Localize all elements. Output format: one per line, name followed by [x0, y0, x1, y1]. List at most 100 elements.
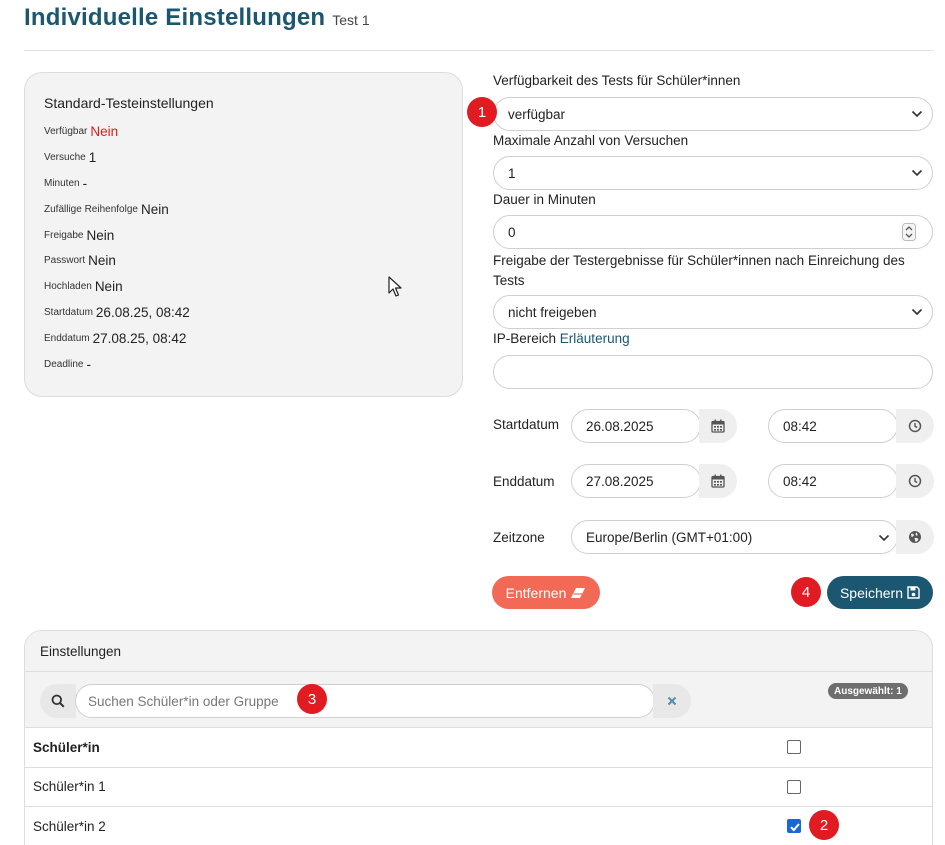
search-icon — [51, 694, 65, 708]
settings-title: Einstellungen — [40, 643, 122, 659]
std-row-release: Freigabe Nein — [44, 222, 443, 248]
save-icon — [907, 586, 920, 599]
availability-value: verfügbar — [508, 106, 566, 122]
std-row-available: Verfügbar Nein — [44, 119, 443, 145]
std-value: - — [82, 175, 88, 191]
table-row: Schüler*in 2 — [25, 807, 932, 845]
std-row-end-date: Enddatum 27.08.25, 08:42 — [44, 325, 443, 351]
number-spinner-icon[interactable] — [902, 223, 916, 241]
chevron-down-icon — [911, 110, 923, 118]
checkmark-icon — [790, 823, 800, 832]
release-label-line1: Freigabe der Testergebnisse für Schüler*… — [493, 253, 905, 268]
std-label: Enddatum — [44, 332, 90, 344]
ip-range-input[interactable] — [493, 355, 933, 389]
calendar-icon — [711, 474, 725, 488]
student-name: Schüler*in 2 — [33, 818, 106, 834]
std-value: Nein — [94, 279, 123, 295]
std-value: Nein — [86, 227, 115, 243]
ip-range-help-link[interactable]: Erläuterung — [560, 331, 630, 346]
std-value: Nein — [88, 253, 116, 269]
availability-select[interactable]: verfügbar — [493, 97, 933, 131]
attempts-select[interactable]: 1 — [493, 156, 933, 190]
close-icon — [667, 696, 677, 706]
start-date-calendar-button[interactable] — [699, 409, 737, 443]
student-checkbox[interactable] — [787, 779, 801, 794]
std-value: 26.08.25, 08:42 — [95, 304, 190, 320]
remove-button-label: Entfernen — [505, 584, 567, 601]
attempts-value: 1 — [508, 165, 516, 181]
timezone-label: Zeitzone — [493, 530, 545, 545]
availability-label: Verfügbarkeit des Tests für Schüler*inne… — [493, 73, 741, 88]
end-time-value: 08:42 — [783, 473, 817, 489]
search-addon — [40, 684, 76, 718]
start-time-clock-button[interactable] — [896, 409, 934, 443]
page-header: Individuelle Einstellungen Test 1 — [24, 4, 370, 34]
table-header-row: Schüler*in — [25, 728, 932, 768]
page-title: Individuelle Einstellungen — [24, 4, 326, 31]
annotation-marker-4: 4 — [791, 577, 821, 607]
std-value: Nein — [140, 201, 169, 217]
page-subtitle: Test 1 — [332, 12, 370, 28]
chevron-down-icon — [878, 534, 890, 542]
timezone-value: Europe/Berlin (GMT+01:00) — [586, 529, 753, 545]
search-area: Suchen Schüler*in oder Gruppe Ausgewählt… — [25, 672, 932, 728]
end-date-calendar-button[interactable] — [699, 464, 737, 498]
std-label: Passwort — [44, 255, 86, 267]
select-all-checkbox[interactable] — [787, 740, 801, 755]
table-row: Schüler*in 1 — [25, 768, 932, 807]
std-row-minutes: Minuten - — [44, 171, 443, 197]
globe-icon — [909, 531, 921, 543]
attempts-label: Maximale Anzahl von Versuchen — [493, 133, 689, 148]
release-label-line2: Tests — [493, 273, 525, 288]
header-divider — [24, 50, 934, 51]
std-value: 1 — [88, 150, 97, 166]
std-label: Deadline — [44, 358, 84, 370]
mouse-cursor-icon — [388, 276, 402, 297]
search-input[interactable]: Suchen Schüler*in oder Gruppe — [75, 684, 655, 718]
annotation-marker-1: 1 — [467, 97, 497, 127]
std-label: Versuche — [44, 152, 86, 164]
duration-label: Dauer in Minuten — [493, 192, 596, 207]
std-row-upload: Hochladen Nein — [44, 274, 443, 300]
start-date-value: 26.08.2025 — [586, 418, 654, 434]
release-value: nicht freigeben — [508, 304, 597, 320]
end-time-input[interactable]: 08:42 — [768, 464, 898, 498]
calendar-icon — [711, 419, 725, 433]
std-value: 27.08.25, 08:42 — [92, 330, 187, 346]
timezone-globe-button — [896, 520, 934, 554]
std-label: Startdatum — [44, 306, 93, 318]
release-label: Freigabe der Testergebnisse für Schüler*… — [493, 251, 905, 291]
std-row-start-date: Startdatum 26.08.25, 08:42 — [44, 300, 443, 326]
clear-search-button[interactable] — [653, 684, 691, 718]
annotation-marker-3: 3 — [297, 684, 327, 714]
remove-button[interactable]: Entfernen — [492, 576, 600, 609]
std-row-deadline: Deadline - — [44, 351, 443, 377]
chevron-down-icon — [911, 308, 923, 316]
annotation-marker-2: 2 — [809, 810, 839, 840]
release-select[interactable]: nicht freigeben — [493, 295, 933, 329]
student-checkbox[interactable] — [787, 819, 801, 834]
duration-input[interactable]: 0 — [493, 215, 933, 249]
std-label: Hochladen — [44, 281, 92, 293]
settings-header: Einstellungen — [25, 631, 932, 672]
end-date-label: Enddatum — [493, 474, 555, 489]
clock-icon — [908, 474, 922, 488]
save-button[interactable]: Speichern — [827, 576, 933, 609]
std-label: Minuten — [44, 177, 80, 189]
std-label: Verfügbar — [44, 126, 88, 138]
std-label: Zufällige Reihenfolge — [44, 203, 138, 215]
selected-count-badge: Ausgewählt: 1 — [828, 683, 908, 699]
end-date-input[interactable]: 27.08.2025 — [571, 464, 701, 498]
table-header-label: Schüler*in — [33, 739, 100, 755]
clock-icon — [908, 419, 922, 433]
end-time-clock-button[interactable] — [896, 464, 934, 498]
std-row-password: Passwort Nein — [44, 248, 443, 274]
standard-settings-title: Standard-Testeinstellungen — [44, 95, 214, 111]
standard-settings-panel: Standard-Testeinstellungen Verfügbar Nei… — [24, 72, 463, 397]
std-value: - — [86, 356, 91, 372]
save-button-label: Speichern — [839, 584, 904, 601]
timezone-select[interactable]: Europe/Berlin (GMT+01:00) — [571, 520, 898, 554]
start-time-input[interactable]: 08:42 — [768, 409, 898, 443]
start-date-input[interactable]: 26.08.2025 — [571, 409, 701, 443]
ip-range-label-text: IP-Bereich — [493, 331, 557, 346]
